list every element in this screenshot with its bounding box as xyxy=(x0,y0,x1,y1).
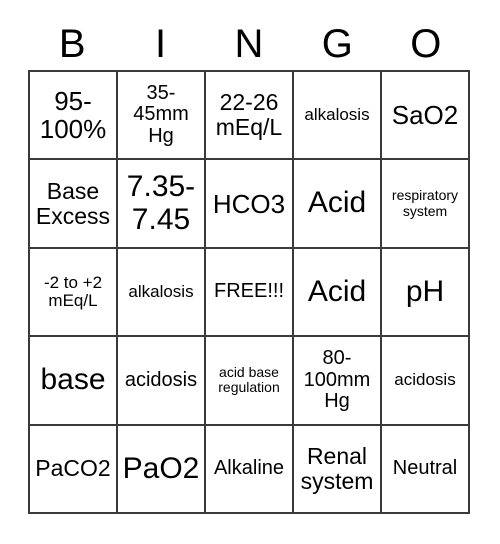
bingo-cell-text: Base Excess xyxy=(35,177,111,229)
bingo-cell-i5[interactable]: PaO2 xyxy=(118,425,206,514)
bingo-cell-text: 80-100mm Hg xyxy=(303,347,371,413)
bingo-cell-n4[interactable]: acid base regulation xyxy=(206,337,294,426)
bingo-cell-text: Renal system xyxy=(300,442,374,494)
bingo-cell-g3[interactable]: Acid xyxy=(294,248,382,338)
bingo-cell-text: FREE!!! xyxy=(213,280,284,303)
bingo-header-letter-b: B xyxy=(58,22,86,66)
bingo-cell-g1[interactable]: alkalosis xyxy=(294,72,382,161)
bingo-cell-text: PaCO2 xyxy=(35,455,111,482)
bingo-cell-o4[interactable]: acidosis xyxy=(382,337,470,426)
bingo-cell-text: acidosis xyxy=(394,370,456,390)
bingo-grid: 95-100% 35-45mm Hg 22-26 mEq/L alkalosis… xyxy=(28,70,470,514)
bingo-cell-text: HCO3 xyxy=(212,188,286,219)
bingo-cell-b3[interactable]: -2 to +2 mEq/L xyxy=(30,248,118,338)
bingo-cell-o3[interactable]: pH xyxy=(382,248,470,338)
bingo-cell-n1[interactable]: 22-26 mEq/L xyxy=(206,72,294,161)
bingo-cell-b1[interactable]: 95-100% xyxy=(30,72,118,161)
bingo-header-letter-i: I xyxy=(155,22,167,66)
bingo-cell-text: SaO2 xyxy=(391,100,459,131)
bingo-cell-g4[interactable]: 80-100mm Hg xyxy=(294,337,382,426)
bingo-cell-text: 7.35-7.45 xyxy=(126,170,196,236)
bingo-cell-i4[interactable]: acidosis xyxy=(118,337,206,426)
bingo-cell-b4[interactable]: base xyxy=(30,337,118,426)
bingo-cell-text: pH xyxy=(405,274,445,308)
bingo-header-row: B I N G O xyxy=(28,18,470,70)
bingo-cell-text: Acid xyxy=(307,186,367,220)
bingo-cell-text: Alkaline xyxy=(213,457,285,479)
bingo-cell-b2[interactable]: Base Excess xyxy=(30,160,118,249)
bingo-cell-b5[interactable]: PaCO2 xyxy=(30,425,118,514)
bingo-cell-o5[interactable]: Neutral xyxy=(382,425,470,514)
bingo-header-letter-g: G xyxy=(321,22,353,66)
bingo-cell-text: alkalosis xyxy=(304,105,370,125)
bingo-header-letter-o: O xyxy=(410,22,442,66)
bingo-cell-text: 95-100% xyxy=(39,86,107,145)
bingo-cell-o1[interactable]: SaO2 xyxy=(382,72,470,161)
bingo-cell-text: acidosis xyxy=(124,368,198,391)
bingo-cell-text: alkalosis xyxy=(128,281,194,301)
bingo-header-letter-n: N xyxy=(234,22,264,66)
bingo-cell-text: respiratory system xyxy=(391,187,459,219)
bingo-cell-g5[interactable]: Renal system xyxy=(294,425,382,514)
bingo-cell-i3[interactable]: alkalosis xyxy=(118,248,206,338)
bingo-cell-text: Acid xyxy=(307,274,367,308)
bingo-cell-i2[interactable]: 7.35-7.45 xyxy=(118,160,206,249)
bingo-cell-i1[interactable]: 35-45mm Hg xyxy=(118,72,206,161)
bingo-cell-o2[interactable]: respiratory system xyxy=(382,160,470,249)
bingo-cell-text: -2 to +2 mEq/L xyxy=(43,272,103,310)
bingo-cell-n2[interactable]: HCO3 xyxy=(206,160,294,249)
bingo-cell-free-space[interactable]: FREE!!! xyxy=(206,248,294,338)
bingo-cell-text: PaO2 xyxy=(122,451,200,485)
bingo-cell-text: acid base regulation xyxy=(218,364,280,396)
bingo-cell-text: 22-26 mEq/L xyxy=(215,89,283,141)
bingo-cell-text: base xyxy=(40,363,106,397)
bingo-cell-text: Neutral xyxy=(392,457,458,479)
bingo-cell-text: 35-45mm Hg xyxy=(133,81,189,147)
bingo-cell-n5[interactable]: Alkaline xyxy=(206,425,294,514)
bingo-cell-g2[interactable]: Acid xyxy=(294,160,382,249)
bingo-card: B I N G O 95-100% 35-45mm Hg 22-26 mEq/L… xyxy=(28,18,470,514)
